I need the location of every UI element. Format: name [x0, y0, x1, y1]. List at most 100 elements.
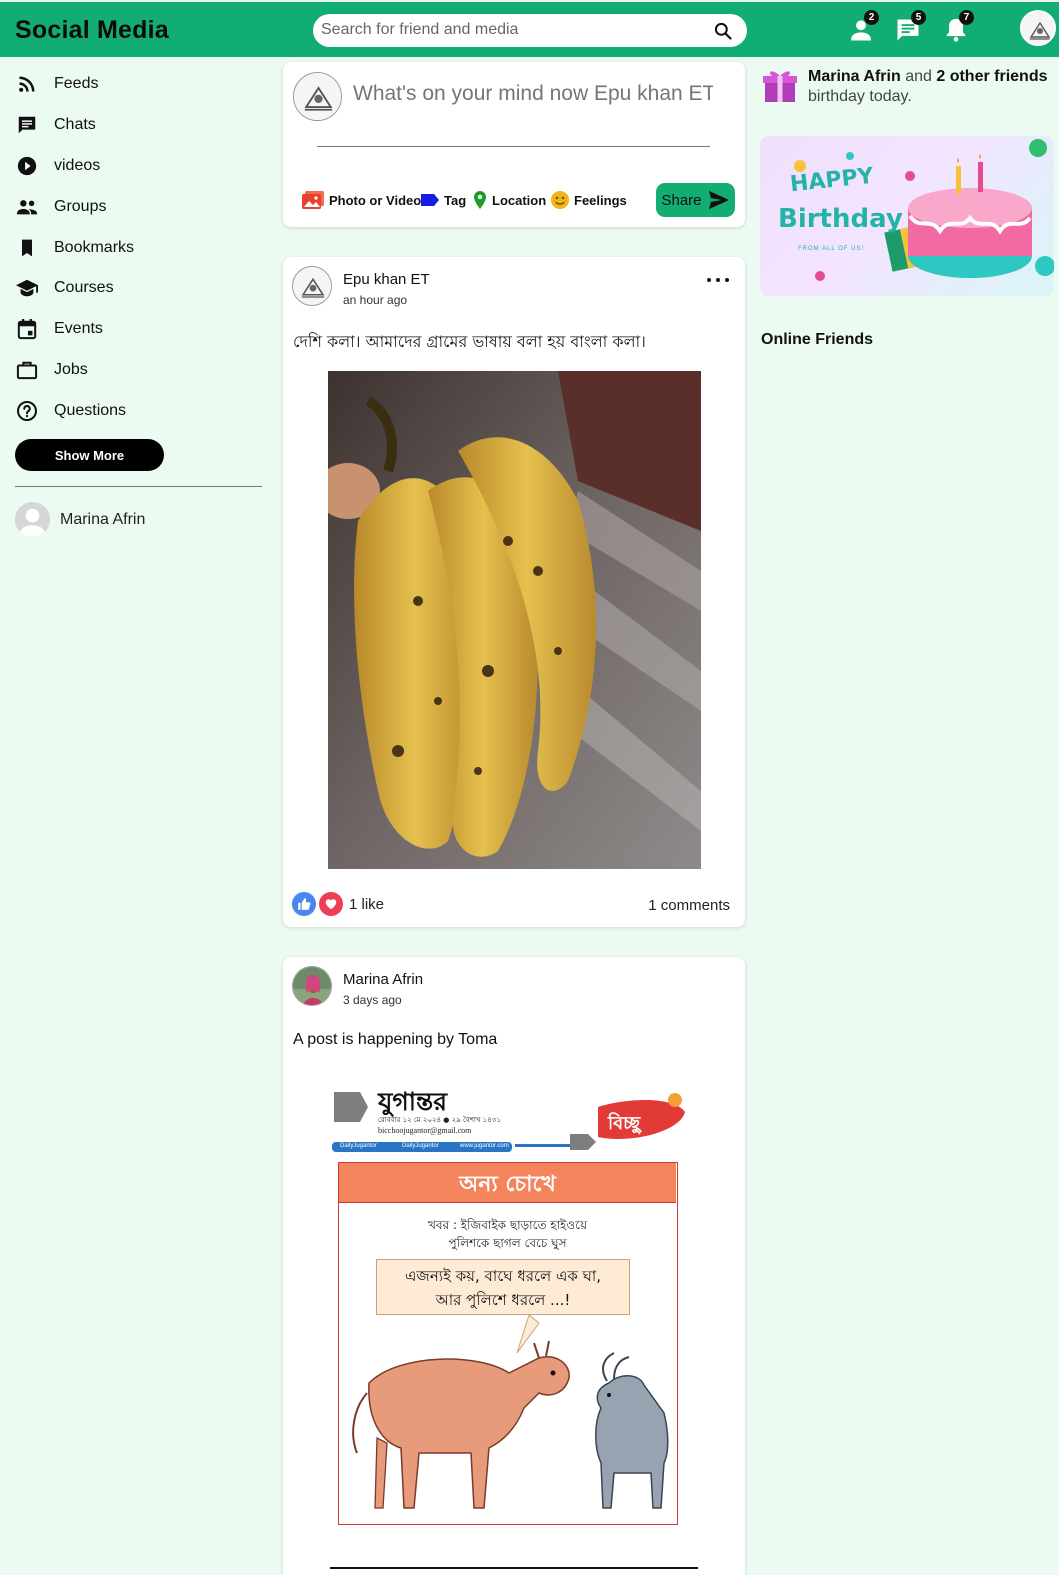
bookmark-icon	[15, 236, 39, 260]
messages-button[interactable]: 5	[894, 10, 926, 44]
location-option[interactable]: Location	[472, 189, 546, 211]
online-friends-title: Online Friends	[761, 331, 874, 348]
sidebar-item-label: Feeds	[54, 75, 99, 92]
tag-option[interactable]: Tag	[420, 189, 466, 211]
birthday-notice[interactable]: Marina Afrin and 2 other friends birthda…	[808, 67, 1058, 107]
cartoon-cow-goat-illustration	[352, 1314, 669, 1509]
smiley-icon	[551, 191, 569, 209]
friend-requests-badge: 2	[864, 10, 879, 25]
post-composer: Photo or Video Tag Location Feelings Sha…	[283, 62, 745, 227]
sidebar-item-label: Jobs	[54, 361, 88, 378]
brand-logo[interactable]: Social Media	[15, 16, 169, 45]
cartoon-frame: অন্য চোখে খবর : ইজিবাইক ছাড়াতে হাইওয়ে …	[338, 1162, 678, 1525]
send-icon	[708, 190, 729, 210]
newspaper-date: রোববার ১২ মে ২০২৪ ● ২৯ বৈশাখ ১৪৩১	[378, 1116, 501, 1124]
post-card: Marina Afrin 3 days ago A post is happen…	[283, 957, 745, 1575]
heart-icon	[319, 892, 343, 916]
help-circle-icon	[15, 399, 39, 423]
share-label: Share	[661, 191, 702, 209]
sidebar-item-courses[interactable]: Courses	[15, 273, 114, 303]
search-input[interactable]	[321, 18, 701, 42]
post-author-avatar[interactable]	[292, 266, 332, 306]
profile-picture	[294, 73, 341, 120]
birthday-and: and	[905, 68, 932, 85]
messages-badge: 5	[911, 10, 926, 25]
sidebar-item-label: Events	[54, 320, 103, 337]
avatar	[15, 502, 50, 537]
friend-list-item[interactable]: Marina Afrin	[15, 502, 145, 537]
profile-avatar[interactable]	[1020, 10, 1056, 46]
search-icon[interactable]	[713, 21, 733, 41]
post-author-name[interactable]: Epu khan ET	[343, 271, 430, 288]
show-more-button[interactable]: Show More	[15, 439, 164, 471]
feelings-option[interactable]: Feelings	[550, 189, 627, 211]
briefcase-icon	[15, 358, 39, 382]
sidebar-item-label: Questions	[54, 402, 127, 419]
post-timestamp: an hour ago	[343, 293, 408, 307]
social-handle-3: www.jugantor.com	[460, 1143, 509, 1149]
sidebar-item-jobs[interactable]: Jobs	[15, 355, 88, 385]
like-count: 1 like	[349, 895, 385, 913]
social-handle-2: DailyJugantor	[402, 1143, 439, 1149]
composer-input[interactable]	[353, 82, 713, 106]
section-title: বিচ্ছু	[608, 1113, 641, 1134]
play-circle-icon	[15, 154, 39, 178]
notifications-button[interactable]: 7	[942, 10, 974, 44]
post-image-cartoon[interactable]: যুগান্তর রোববার ১২ মে ২০২৪ ● ২৯ বৈশাখ ১৪…	[330, 1082, 698, 1575]
photo-video-label: Photo or Video	[329, 192, 422, 208]
profile-picture	[293, 967, 331, 1005]
cartoon-news-line-2: পুলিশকে ছাগল বেচে ঘুস	[448, 1236, 567, 1250]
chat-icon	[15, 113, 39, 137]
sidebar-item-label: Chats	[54, 116, 96, 133]
search-bar	[313, 14, 747, 47]
sidebar-item-events[interactable]: Events	[15, 314, 103, 344]
post-author-name[interactable]: Marina Afrin	[343, 971, 423, 988]
speech-bubble-line-2: আর পুলিশে ধরলে ...!	[435, 1291, 571, 1309]
composer-avatar[interactable]	[293, 72, 342, 121]
sidebar-divider	[15, 486, 262, 487]
reaction-summary[interactable]: 1 like	[292, 892, 384, 916]
sidebar-item-feeds[interactable]: Feeds	[15, 69, 98, 99]
cartoon-heading: অন্য চোখে	[459, 1172, 556, 1197]
sidebar-item-groups[interactable]: Groups	[15, 192, 106, 222]
birthday-others: 2 other friends	[936, 68, 1048, 85]
sidebar-item-chats[interactable]: Chats	[15, 110, 96, 140]
sidebar-item-label: videos	[54, 157, 101, 174]
default-avatar-icon	[15, 502, 50, 537]
cartoon-news-line-1: খবর : ইজিবাইক ছাড়াতে হাইওয়ে	[427, 1218, 588, 1232]
post-text: A post is happening by Toma	[293, 1031, 498, 1048]
top-navbar: Social Media 2 5 7	[0, 0, 1059, 57]
gift-icon	[763, 71, 797, 102]
location-label: Location	[492, 192, 547, 208]
birthday-suffix: birthday today.	[808, 88, 912, 105]
birthday-friend-name: Marina Afrin	[808, 68, 901, 85]
post-text: দেশি কলা। আমাদের গ্রামের ভাষায় বলা হয় …	[293, 332, 646, 351]
tag-label: Tag	[444, 192, 467, 208]
friend-requests-button[interactable]: 2	[847, 10, 879, 44]
post-card: Epu khan ET an hour ago দেশি কলা। আমাদের…	[283, 257, 745, 927]
friend-name: Marina Afrin	[60, 510, 146, 528]
post-image-bananas[interactable]	[328, 371, 701, 869]
rss-icon	[15, 72, 39, 96]
birthday-banner: HAPPY Birthday FROM ALL OF US!	[760, 136, 1054, 296]
share-button[interactable]: Share	[656, 183, 735, 217]
sidebar-item-questions[interactable]: Questions	[15, 396, 126, 426]
banner-birthday: Birthday	[778, 204, 903, 234]
notifications-badge: 7	[959, 10, 974, 25]
sidebar-item-videos[interactable]: videos	[15, 151, 100, 181]
profile-picture	[293, 267, 331, 305]
newspaper-email: bicchoojugantor@gmail.com	[378, 1126, 472, 1135]
more-options-icon[interactable]	[707, 271, 729, 289]
sidebar-item-bookmarks[interactable]: Bookmarks	[15, 233, 134, 263]
location-pin-icon	[474, 191, 486, 209]
image-divider	[330, 1567, 698, 1569]
speech-bubble-line-1: এজন্যই কয়, বাঘে ধরলে এক ঘা,	[404, 1267, 601, 1285]
photo-video-option[interactable]: Photo or Video	[301, 189, 421, 211]
comments-count[interactable]: 1 comments	[648, 897, 730, 914]
photo-icon	[302, 191, 324, 209]
school-icon	[15, 276, 39, 300]
calendar-icon	[15, 317, 39, 341]
sidebar-item-label: Groups	[54, 198, 107, 215]
thumbs-up-icon	[292, 892, 316, 916]
post-author-avatar[interactable]	[292, 966, 332, 1006]
